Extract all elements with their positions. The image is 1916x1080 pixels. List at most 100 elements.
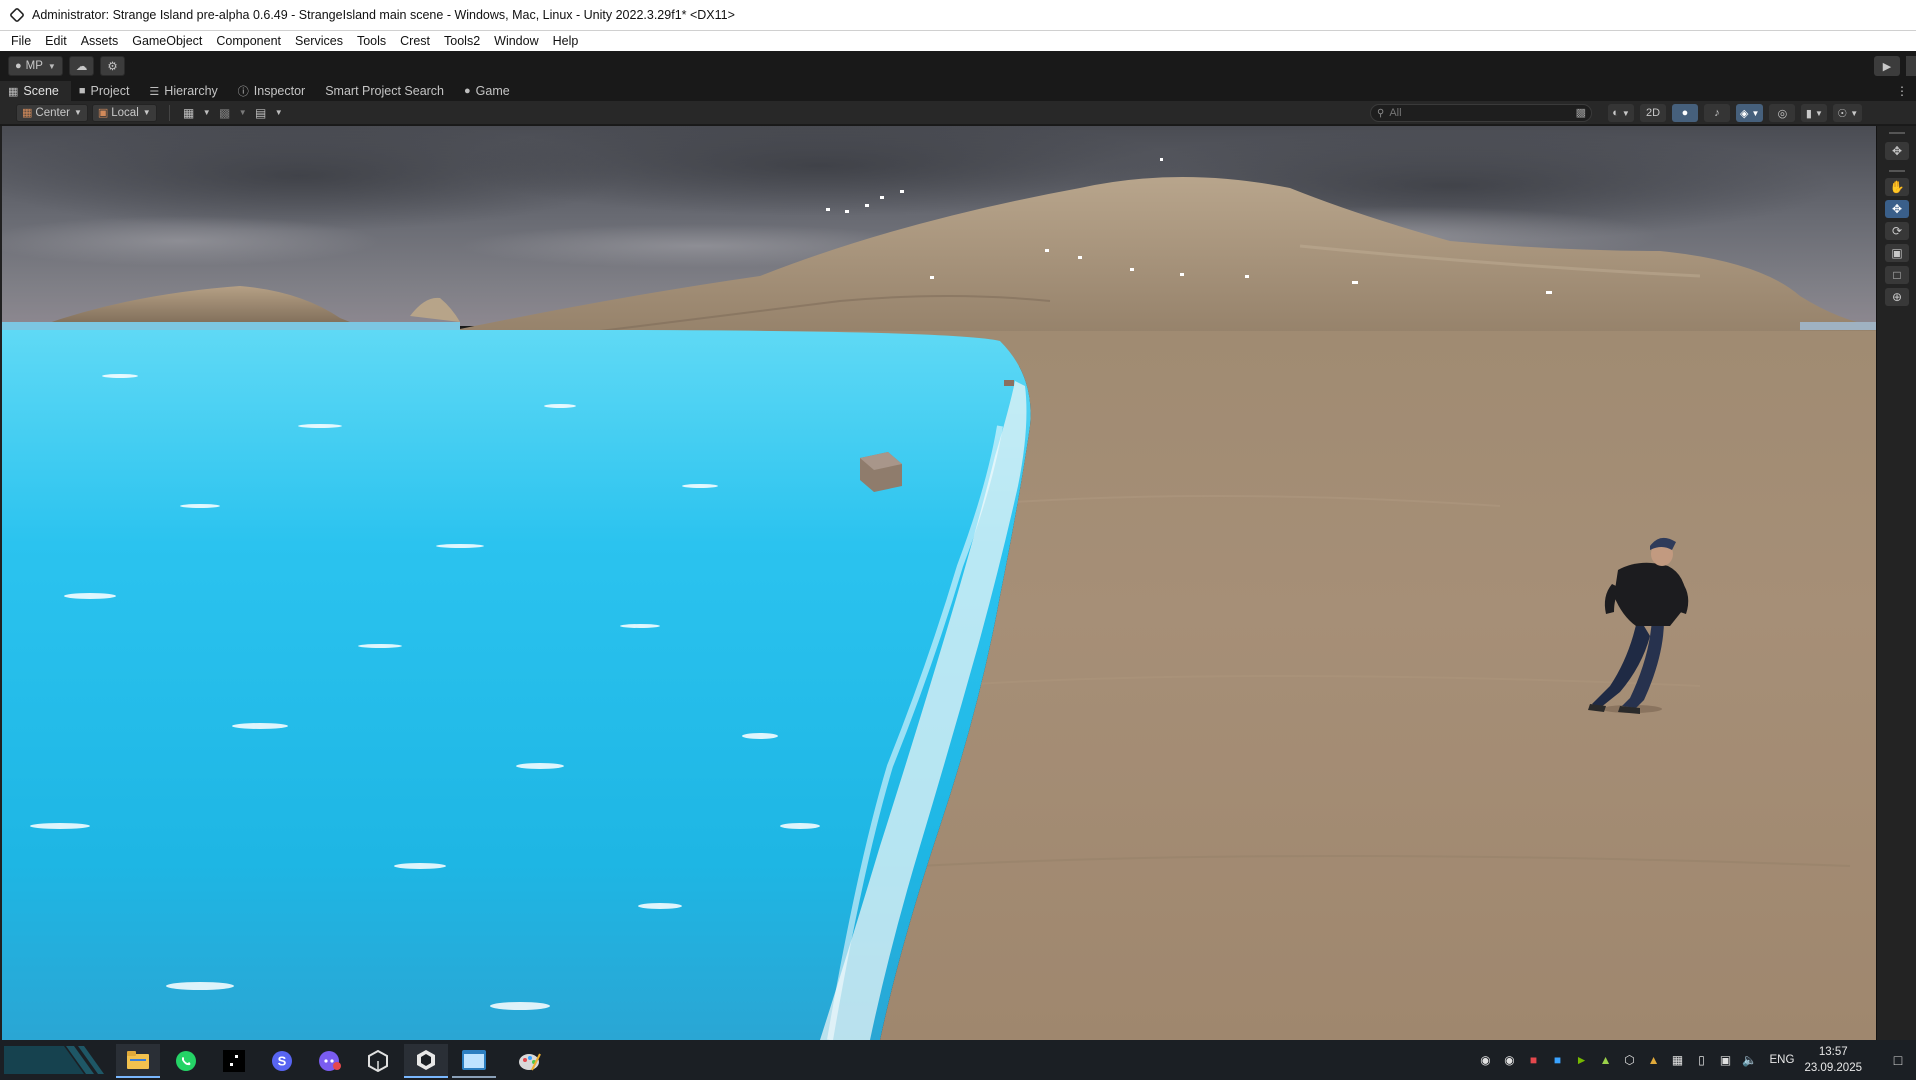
tab-label: Smart Project Search <box>325 84 445 98</box>
effects-toggle[interactable]: ◈ ▼ <box>1736 104 1764 122</box>
tab-label: Scene <box>23 84 59 98</box>
menu-component[interactable]: Component <box>209 31 288 51</box>
lighting-toggle[interactable]: ● <box>1672 104 1698 122</box>
tab-scene[interactable]: ▦ Scene <box>0 81 71 101</box>
usb-tray-icon[interactable]: ▯ <box>1692 1050 1712 1070</box>
tab-hierarchy[interactable]: ☰ Hierarchy <box>141 81 229 101</box>
tab-label: Project <box>90 84 130 98</box>
filter-icon[interactable]: ▩ <box>1576 106 1586 119</box>
paint-app-icon[interactable] <box>508 1044 552 1078</box>
red-app-tray-icon[interactable]: ■ <box>1524 1050 1544 1070</box>
collab-settings-button[interactable]: ⚙ <box>100 56 125 76</box>
grid-snap-icon[interactable]: ▦ <box>178 104 200 122</box>
gizmos-globe-icon: ☉ <box>1837 107 1848 120</box>
transform-tool-button[interactable]: ⊕ <box>1885 288 1909 306</box>
menu-window[interactable]: Window <box>487 31 545 51</box>
list-icon: ☰ <box>149 85 160 98</box>
grid-icon: ▦ <box>8 85 19 98</box>
whatsapp-icon[interactable] <box>164 1044 208 1078</box>
move-tool-button[interactable]: ✥ <box>1885 200 1909 218</box>
language-indicator[interactable]: ENG <box>1770 1054 1795 1066</box>
skype-icon[interactable]: S <box>260 1044 304 1078</box>
discord-icon[interactable] <box>308 1044 352 1078</box>
menu-tools2[interactable]: Tools2 <box>437 31 487 51</box>
light-bulb-icon: ● <box>1681 107 1689 119</box>
scene-view-options: ◐ ▼ 2D ● ♪ ◈ ▼ ◎ ▮ ▼ ☉ ▼ <box>1608 104 1868 122</box>
rect-icon: □ <box>1893 268 1901 282</box>
steam-tray-icon[interactable]: ◉ <box>1500 1050 1520 1070</box>
menu-services[interactable]: Services <box>288 31 350 51</box>
start-menu-button[interactable] <box>4 1046 108 1074</box>
chevron-down-icon[interactable]: ▼ <box>274 104 284 122</box>
tab-smart-project-search[interactable]: Smart Project Search <box>317 81 456 101</box>
toggle-2d-label: 2D <box>1645 107 1661 119</box>
menu-edit[interactable]: Edit <box>38 31 74 51</box>
nvidia-tray-icon[interactable]: ► <box>1572 1050 1592 1070</box>
rotate-tool-button[interactable]: ⟳ <box>1885 222 1909 240</box>
blue-app-tray-icon[interactable]: ■ <box>1548 1050 1568 1070</box>
menu-file[interactable]: File <box>4 31 38 51</box>
chevron-down-icon[interactable]: ▼ <box>202 104 212 122</box>
overlay-grip[interactable] <box>1889 170 1905 172</box>
overlay-grip[interactable] <box>1889 132 1905 134</box>
gear-icon: ⚙ <box>107 61 118 73</box>
notifications-icon[interactable]: □ <box>1880 1040 1916 1080</box>
menu-help[interactable]: Help <box>546 31 586 51</box>
account-dropdown[interactable]: ● MP ▼ <box>8 56 63 76</box>
chevron-down-icon: ▼ <box>1814 108 1823 118</box>
ruler-icon[interactable]: ▤ <box>250 104 272 122</box>
clock[interactable]: 13:57 23.09.2025 <box>1804 1044 1862 1076</box>
discord-tray-icon[interactable]: ◉ <box>1476 1050 1496 1070</box>
network-icon[interactable]: ▣ <box>1716 1050 1736 1070</box>
color-app-tray-icon[interactable]: ▲ <box>1644 1050 1664 1070</box>
rect-tool-button[interactable]: □ <box>1885 266 1909 284</box>
account-icon: ● <box>15 60 22 72</box>
chevron-down-icon: ▼ <box>47 61 56 71</box>
menu-crest[interactable]: Crest <box>393 31 437 51</box>
menu-gameobject[interactable]: GameObject <box>125 31 209 51</box>
tab-project[interactable]: ■ Project <box>71 81 142 101</box>
chevron-down-icon[interactable]: ▼ <box>238 104 248 122</box>
search-input[interactable] <box>1389 107 1550 119</box>
windows-security-tray-icon[interactable]: ▦ <box>1668 1050 1688 1070</box>
tab-game[interactable]: ● Game <box>456 81 522 101</box>
unity-editor-icon[interactable] <box>404 1044 448 1078</box>
tab-inspector[interactable]: ⓘ Inspector <box>230 81 317 101</box>
black-app-icon[interactable] <box>212 1044 256 1078</box>
green-app-tray-icon[interactable]: ▲ <box>1596 1050 1616 1070</box>
file-explorer-icon[interactable] <box>116 1044 160 1078</box>
pivot-mode-dropdown[interactable]: ▦ Center ▼ <box>16 103 88 122</box>
scene-viewport[interactable] <box>0 126 1876 1040</box>
unity-tray-icon[interactable]: ⬡ <box>1620 1050 1640 1070</box>
orientation-gizmo-dropdown[interactable]: ✥ <box>1885 142 1909 160</box>
main-toolbar: ● MP ▼ ☁ ⚙ ▶ <box>0 51 1916 81</box>
camera-settings-dropdown[interactable]: ▮ ▼ <box>1801 104 1828 122</box>
hand-tool-button[interactable]: ✋ <box>1885 178 1909 196</box>
toolbar-divider <box>168 104 170 121</box>
pause-button-edge[interactable] <box>1906 56 1916 76</box>
more-options-icon[interactable]: ⋮ <box>1896 81 1908 101</box>
scene-render <box>0 126 1876 1040</box>
unity-hub-icon[interactable] <box>356 1044 400 1078</box>
scene-search[interactable]: ⚲ ▩ <box>1370 104 1592 122</box>
account-label: MP <box>25 60 43 72</box>
cloud-button[interactable]: ☁ <box>68 56 95 76</box>
window-app-icon[interactable] <box>452 1044 496 1078</box>
gizmos-dropdown[interactable]: ☉ ▼ <box>1833 104 1863 122</box>
pivot-rotation-dropdown[interactable]: ▣ Local ▼ <box>91 103 157 122</box>
audio-toggle[interactable]: ♪ <box>1704 104 1730 122</box>
toggle-2d-button[interactable]: 2D <box>1640 104 1666 122</box>
windows-taskbar: S ◉ ◉ ■ ■ ► ▲ ⬡ ▲ ▦ ▯ ▣ 🔈 ENG 13:57 23.0… <box>0 1040 1916 1080</box>
svg-text:S: S <box>278 1054 287 1069</box>
hidden-objects-toggle[interactable]: ◎ <box>1769 104 1796 122</box>
volume-icon[interactable]: 🔈 <box>1740 1050 1760 1070</box>
gamepad-icon: ● <box>464 85 471 97</box>
scale-tool-button[interactable]: ▣ <box>1885 244 1909 262</box>
draw-mode-dropdown[interactable]: ◐ ▼ <box>1608 104 1634 122</box>
move-icon: ✥ <box>1891 202 1903 216</box>
increment-snap-icon[interactable]: ▩ <box>214 104 236 122</box>
chevron-down-icon: ▼ <box>1751 108 1760 118</box>
menu-assets[interactable]: Assets <box>74 31 126 51</box>
play-button[interactable]: ▶ <box>1874 56 1900 76</box>
menu-tools[interactable]: Tools <box>350 31 393 51</box>
